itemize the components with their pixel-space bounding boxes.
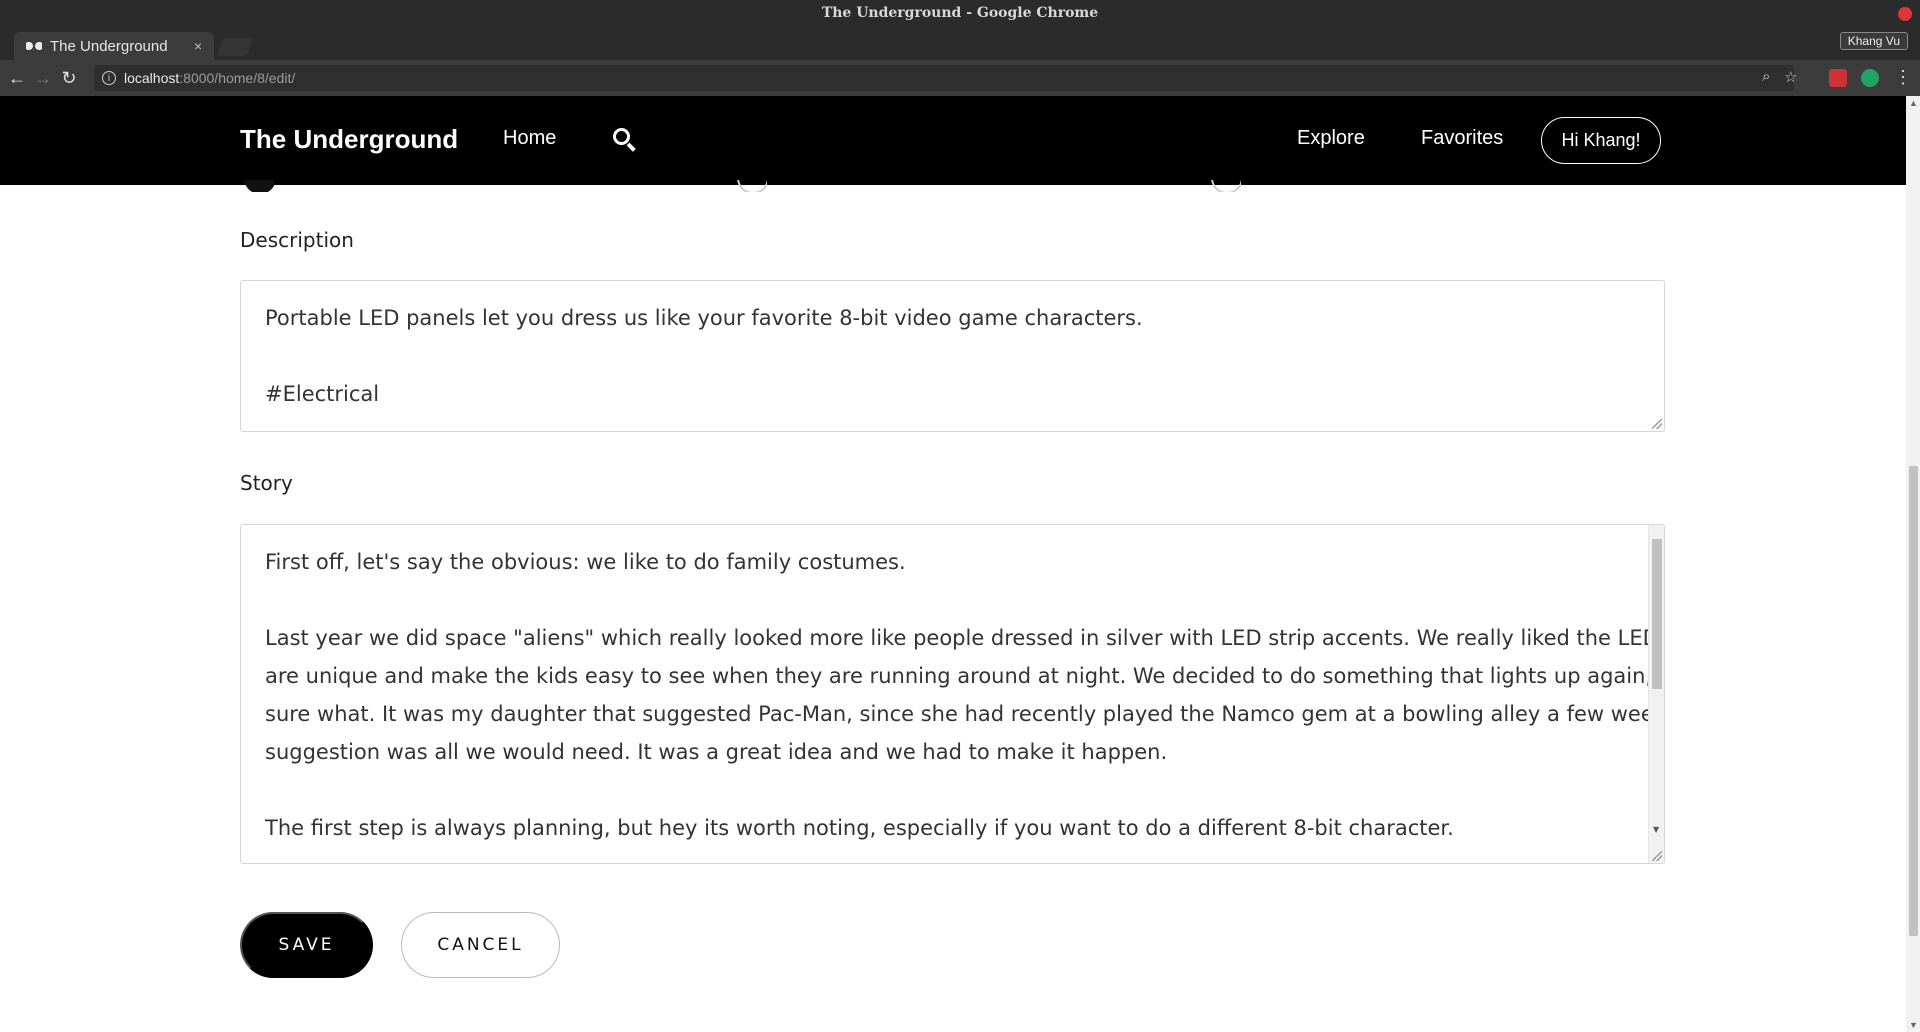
window-title: The Underground - Google Chrome — [821, 5, 1099, 21]
radio-option[interactable] — [244, 180, 274, 192]
zoom-icon[interactable]: ⌕ — [1762, 68, 1770, 85]
site-navbar: The Underground Home Explore Favorites H… — [0, 96, 1906, 185]
site-brand[interactable]: The Underground — [240, 124, 458, 155]
save-button[interactable]: SAVE — [240, 912, 373, 978]
cancel-button[interactable]: CANCEL — [401, 912, 560, 978]
story-scrollbar-thumb[interactable] — [1652, 539, 1662, 689]
page-scrollbar-thumb[interactable] — [1909, 466, 1918, 936]
window-titlebar: The Underground - Google Chrome — [0, 0, 1920, 26]
story-line — [265, 581, 1640, 619]
reload-icon[interactable]: ↻ — [56, 68, 82, 89]
story-line — [265, 771, 1640, 809]
grammarly-extension-icon[interactable] — [1861, 69, 1879, 87]
info-icon[interactable]: i — [102, 71, 116, 85]
browser-toolbar: ← → ↻ i localhost:8000/home/8/edit/ ⌕ ☆ … — [0, 60, 1920, 96]
page-scrollbar[interactable]: ▲ ▼ — [1906, 96, 1920, 1032]
tab-strip: The Underground × Khang Vu — [0, 26, 1920, 60]
story-line: Last year we did space "aliens" which re… — [265, 626, 1665, 650]
back-arrow-icon[interactable]: ← — [4, 68, 30, 89]
url-path: :8000/home/8/edit/ — [179, 70, 296, 86]
story-line: are unique and make the kids easy to see… — [265, 664, 1665, 688]
menu-kebab-icon[interactable]: ⋮ — [1890, 67, 1916, 88]
browser-tab[interactable]: The Underground × — [14, 32, 214, 60]
tab-title: The Underground — [50, 37, 168, 55]
story-line: sure what. It was my daughter that sugge… — [265, 702, 1665, 726]
bowtie-favicon-icon — [26, 41, 42, 51]
nav-explore-link[interactable]: Explore — [1297, 127, 1365, 150]
radio-option[interactable] — [737, 180, 767, 192]
description-textarea[interactable]: Portable LED panels let you dress us lik… — [240, 280, 1665, 432]
nav-favorites-link[interactable]: Favorites — [1421, 127, 1503, 150]
resize-grip-icon[interactable] — [1652, 851, 1662, 861]
window-close-button[interactable] — [1898, 7, 1912, 21]
story-line: The first step is always planning, but h… — [265, 816, 1454, 840]
story-scrollbar[interactable]: ▲ ▼ — [1648, 525, 1664, 863]
forward-arrow-icon[interactable]: → — [30, 68, 56, 89]
address-bar[interactable]: i localhost:8000/home/8/edit/ ⌕ ☆ — [94, 65, 1797, 91]
description-label: Description — [240, 228, 354, 252]
story-line: suggestion was all we would need. It was… — [265, 740, 1168, 764]
profile-button[interactable]: Khang Vu — [1839, 32, 1908, 50]
nav-home-link[interactable]: Home — [503, 127, 556, 150]
search-icon[interactable] — [611, 126, 637, 152]
tab-close-icon[interactable]: × — [194, 38, 202, 54]
story-label: Story — [240, 471, 293, 495]
radio-option[interactable] — [1211, 180, 1241, 192]
story-line: First off, let's say the obvious: we lik… — [265, 550, 906, 574]
bookmark-star-icon[interactable]: ☆ — [1784, 68, 1797, 86]
description-line: Portable LED panels let you dress us lik… — [265, 306, 1143, 330]
description-line: #Electrical — [265, 382, 380, 406]
description-line — [265, 337, 1640, 375]
resize-grip-icon[interactable] — [1652, 419, 1662, 429]
extension-cast-icon[interactable] — [1829, 69, 1847, 87]
page-scroll-up-arrow-icon[interactable]: ▲ — [1909, 98, 1918, 108]
scroll-down-arrow-icon[interactable]: ▼ — [1653, 811, 1659, 849]
user-greeting-button[interactable]: Hi Khang! — [1541, 117, 1661, 164]
story-textarea[interactable]: First off, let's say the obvious: we lik… — [240, 524, 1665, 864]
page-scroll-down-arrow-icon[interactable]: ▼ — [1909, 1020, 1918, 1030]
new-tab-button[interactable] — [216, 38, 254, 56]
url-host: localhost — [124, 70, 180, 86]
